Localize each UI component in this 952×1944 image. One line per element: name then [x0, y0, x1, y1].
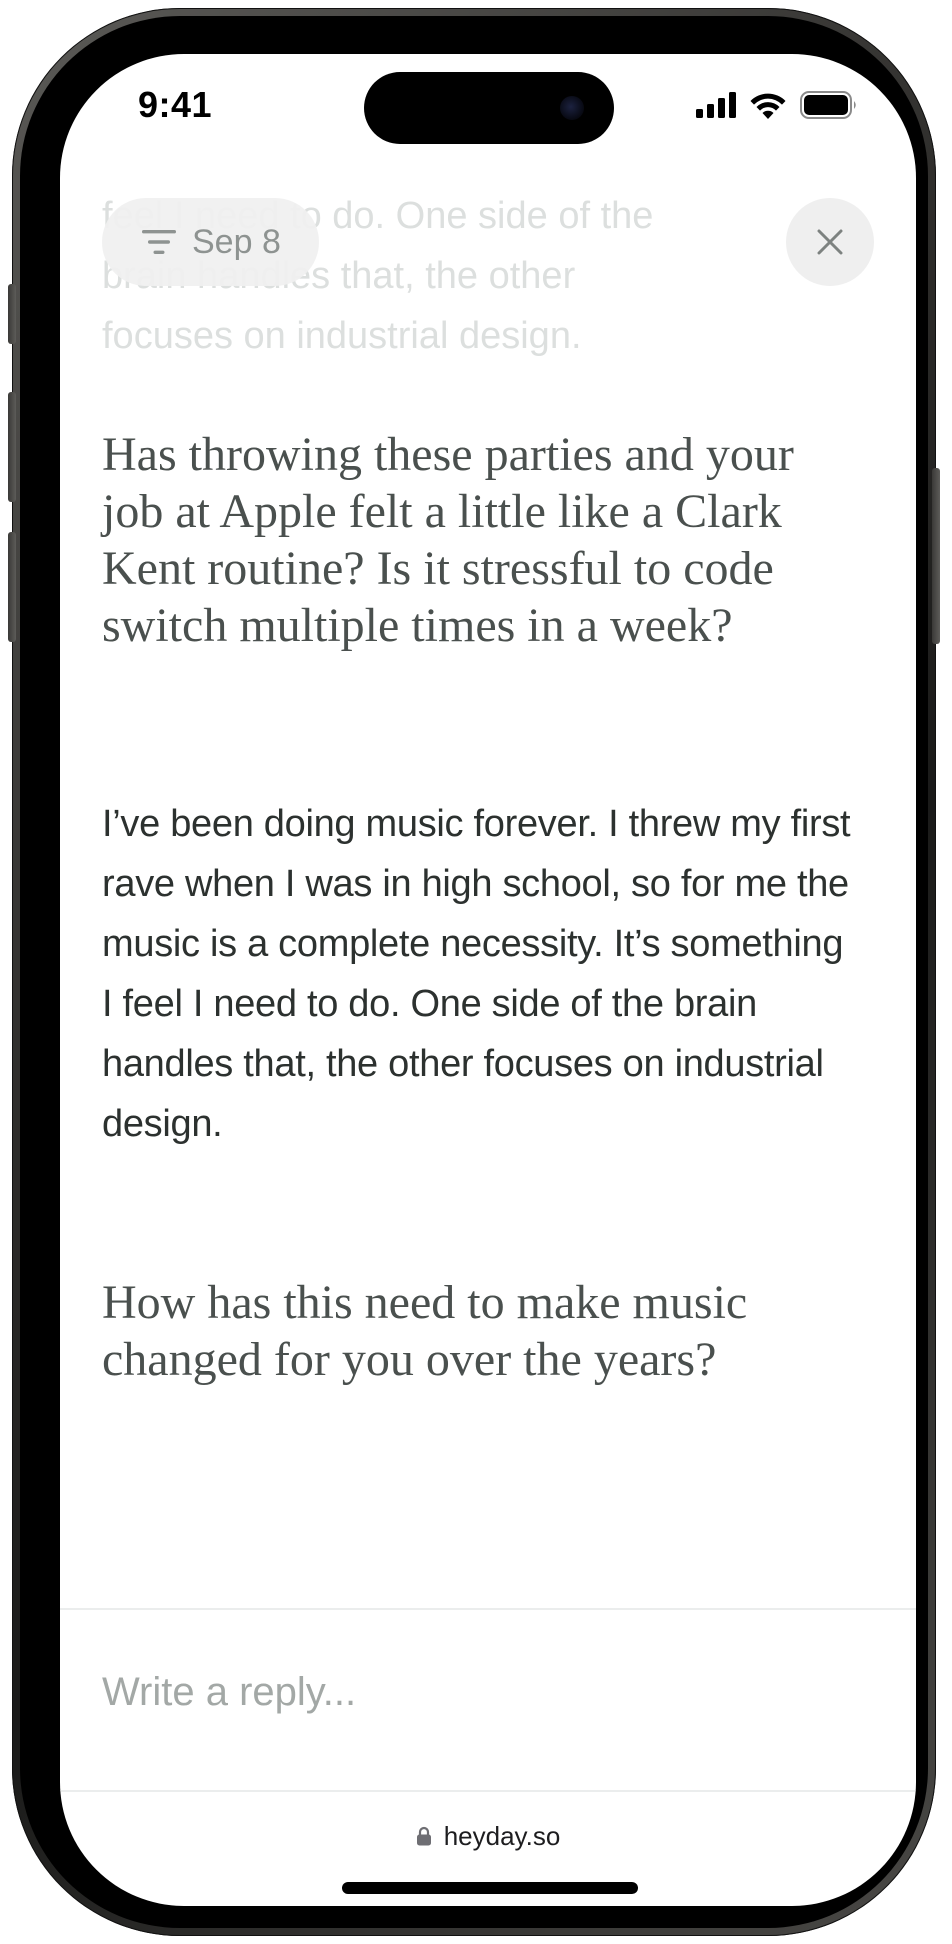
- volume-up-button: [8, 392, 16, 502]
- url-text: heyday.so: [443, 1820, 561, 1851]
- date-filter-button[interactable]: Sep 8: [102, 198, 319, 286]
- volume-down-button: [8, 532, 16, 642]
- status-icons: [696, 90, 858, 120]
- filter-lines-icon: [142, 230, 176, 254]
- phone-frame: 9:41 feel I need to do. One side of the …: [8, 8, 940, 1936]
- wifi-icon: [750, 93, 786, 119]
- action-button: [8, 284, 16, 344]
- phone-screen: 9:41 feel I need to do. One side of the …: [60, 54, 916, 1906]
- reply-divider: [60, 1608, 916, 1610]
- power-button: [932, 468, 940, 644]
- front-camera-icon: [560, 96, 584, 120]
- faded-line: focuses on industrial design.: [102, 315, 582, 357]
- answer-text: I’ve been doing music forever. I threw m…: [102, 803, 851, 1145]
- url-bar[interactable]: heyday.so: [60, 1818, 916, 1854]
- question-text: Has throwing these parties and your job …: [102, 428, 794, 652]
- url-bar-divider: [60, 1790, 916, 1792]
- lock-icon: [416, 1826, 431, 1846]
- home-indicator[interactable]: [342, 1882, 638, 1894]
- status-time: 9:41: [138, 84, 213, 125]
- reply-input[interactable]: [102, 1642, 862, 1742]
- cellular-signal-icon: [696, 92, 736, 118]
- close-icon: [817, 229, 843, 255]
- filter-date-label: Sep 8: [192, 222, 281, 261]
- close-button[interactable]: [786, 198, 874, 286]
- dynamic-island: [364, 72, 614, 144]
- question-text: How has this need to make music changed …: [102, 1276, 748, 1386]
- battery-icon: [800, 91, 856, 119]
